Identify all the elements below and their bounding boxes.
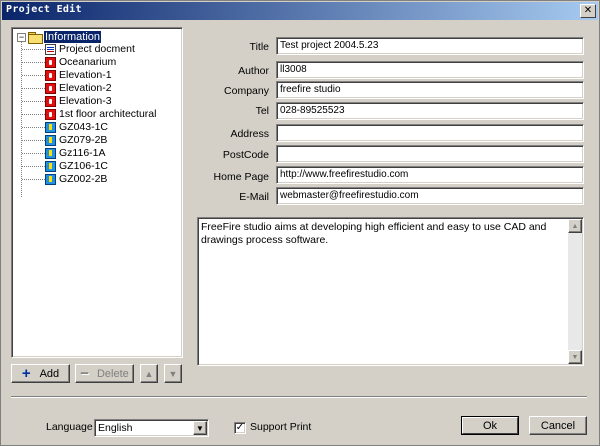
tree-item-label: Elevation-3 bbox=[59, 95, 112, 107]
move-up-button[interactable]: ▲ bbox=[140, 364, 158, 383]
tree-item-label: Oceanarium bbox=[59, 56, 117, 68]
blue-drawing-icon bbox=[45, 160, 56, 172]
tree-item-label: Elevation-1 bbox=[59, 69, 112, 81]
red-drawing-icon bbox=[45, 108, 56, 120]
project-tree[interactable]: − Information Project docment Oceanarium… bbox=[11, 27, 183, 358]
tree-item-gz079-2b[interactable]: GZ079-2B bbox=[22, 134, 107, 146]
tree-item-oceanarium[interactable]: Oceanarium bbox=[22, 56, 116, 68]
collapse-icon[interactable]: − bbox=[17, 32, 26, 42]
blue-drawing-icon bbox=[45, 134, 56, 146]
scroll-down-icon[interactable]: ▼ bbox=[568, 350, 582, 364]
tel-label: Tel bbox=[255, 105, 269, 117]
language-value: English bbox=[98, 422, 133, 434]
tree-item-gz002-2b[interactable]: GZ002-2B bbox=[22, 173, 107, 185]
tree-item-label: Gz116-1A bbox=[59, 147, 106, 159]
description-textarea[interactable]: FreeFire studio aims at developing high … bbox=[197, 217, 584, 366]
arrow-down-icon: ▼ bbox=[168, 368, 178, 379]
postcode-label: PostCode bbox=[222, 149, 269, 161]
title-field[interactable]: Test project 2004.5.23 bbox=[276, 37, 584, 55]
tree-item-label: GZ079-2B bbox=[59, 134, 108, 146]
tree-item-elevation-2[interactable]: Elevation-2 bbox=[22, 82, 112, 94]
description-text: FreeFire studio aims at developing high … bbox=[201, 221, 547, 246]
blue-drawing-icon bbox=[45, 121, 56, 133]
ok-button-label: Ok bbox=[462, 417, 518, 434]
window-title: Project Edit bbox=[6, 4, 82, 15]
tree-item-project-docment[interactable]: Project docment bbox=[22, 43, 135, 55]
red-drawing-icon bbox=[45, 82, 56, 94]
address-field[interactable] bbox=[276, 124, 584, 142]
language-select[interactable]: English ▼ bbox=[94, 419, 209, 437]
email-field[interactable]: webmaster@freefirestudio.com bbox=[276, 187, 584, 205]
language-label: Language bbox=[46, 421, 93, 433]
tree-item-1st-floor-architectural[interactable]: 1st floor architectural bbox=[22, 108, 156, 120]
plus-icon: + bbox=[21, 364, 31, 382]
company-field[interactable]: freefire studio bbox=[276, 81, 584, 99]
cancel-button[interactable]: Cancel bbox=[529, 416, 587, 435]
title-bar: Project Edit ✕ bbox=[2, 2, 598, 20]
support-print-checkbox[interactable]: ✓ bbox=[234, 422, 246, 434]
tree-item-gz043-1c[interactable]: GZ043-1C bbox=[22, 121, 108, 133]
blue-drawing-icon bbox=[45, 173, 56, 185]
blue-drawing-icon bbox=[45, 147, 56, 159]
tree-item-elevation-3[interactable]: Elevation-3 bbox=[22, 95, 112, 107]
delete-button[interactable]: − Delete bbox=[75, 364, 134, 383]
delete-button-label: Delete bbox=[96, 367, 129, 380]
author-label: Author bbox=[238, 65, 269, 77]
email-label: E-Mail bbox=[239, 191, 269, 203]
author-field[interactable]: ll3008 bbox=[276, 61, 584, 79]
move-down-button[interactable]: ▼ bbox=[164, 364, 182, 383]
company-label: Company bbox=[224, 85, 269, 97]
tree-item-label: GZ002-2B bbox=[59, 173, 108, 185]
tree-item-label: Project docment bbox=[59, 43, 135, 55]
support-print-label: Support Print bbox=[250, 421, 312, 433]
folder-icon bbox=[28, 31, 43, 44]
address-label: Address bbox=[230, 128, 269, 140]
red-drawing-icon bbox=[45, 95, 56, 107]
add-button-label: Add bbox=[39, 367, 60, 380]
tree-item-label: GZ043-1C bbox=[59, 121, 109, 133]
minus-icon: − bbox=[80, 364, 89, 382]
cancel-button-label: Cancel bbox=[540, 419, 576, 432]
tree-item-gz116-1a[interactable]: Gz116-1A bbox=[22, 147, 106, 159]
homepage-field[interactable]: http://www.freefirestudio.com bbox=[276, 166, 584, 184]
tree-item-label: 1st floor architectural bbox=[59, 108, 157, 120]
tree-item-elevation-1[interactable]: Elevation-1 bbox=[22, 69, 112, 81]
tree-root-label: Information bbox=[44, 31, 102, 43]
document-icon bbox=[45, 43, 56, 55]
memo-scrollbar[interactable]: ▲ ▼ bbox=[568, 219, 582, 364]
title-label: Title bbox=[249, 41, 269, 53]
red-drawing-icon bbox=[45, 56, 56, 68]
divider bbox=[11, 396, 587, 398]
close-icon[interactable]: ✕ bbox=[580, 4, 596, 18]
tree-root-information[interactable]: − Information bbox=[17, 31, 102, 44]
project-edit-window: Project Edit ✕ − Information Project doc… bbox=[0, 0, 600, 446]
red-drawing-icon bbox=[45, 69, 56, 81]
tel-field[interactable]: 028-89525523 bbox=[276, 102, 584, 120]
tree-item-label: GZ106-1C bbox=[59, 160, 109, 172]
postcode-field[interactable] bbox=[276, 145, 584, 163]
tree-item-gz106-1c[interactable]: GZ106-1C bbox=[22, 160, 108, 172]
chevron-down-icon[interactable]: ▼ bbox=[193, 421, 207, 435]
add-button[interactable]: + Add bbox=[11, 364, 70, 383]
homepage-label: Home Page bbox=[213, 171, 269, 183]
scroll-up-icon[interactable]: ▲ bbox=[568, 219, 582, 233]
arrow-up-icon: ▲ bbox=[144, 368, 154, 379]
ok-button[interactable]: Ok bbox=[461, 416, 519, 435]
tree-item-label: Elevation-2 bbox=[59, 82, 112, 94]
